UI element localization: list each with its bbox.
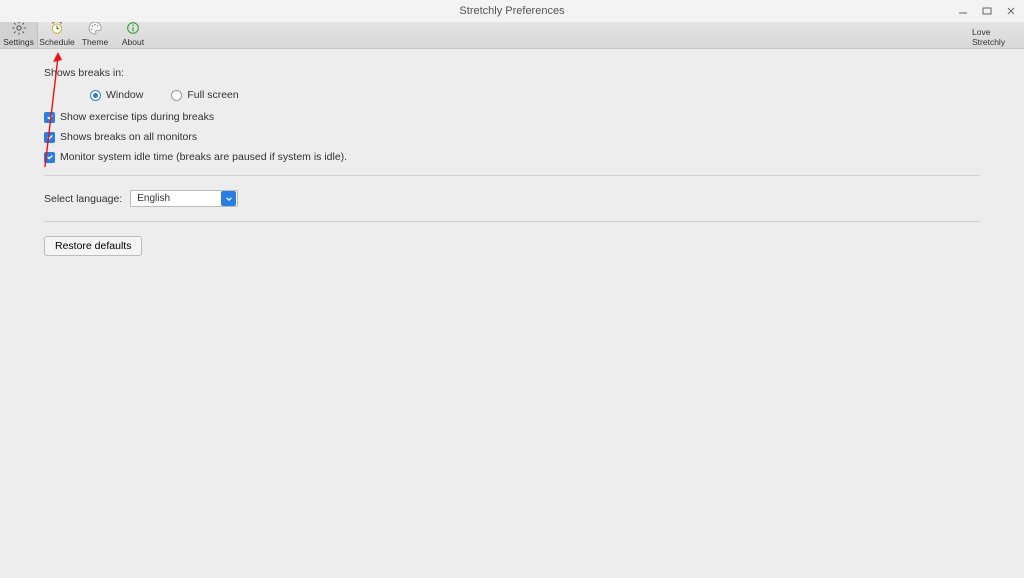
divider [44, 221, 980, 222]
minimize-button[interactable] [956, 4, 970, 18]
maximize-button[interactable] [980, 4, 994, 18]
close-button[interactable] [1004, 4, 1018, 18]
checkbox-exercise-tips[interactable]: Show exercise tips during breaks [44, 111, 980, 123]
shows-breaks-in-label: Shows breaks in: [44, 67, 980, 79]
gear-icon [11, 20, 27, 36]
toolbar-tab-settings[interactable]: Settings [0, 22, 38, 48]
toolbar-tab-theme[interactable]: Theme [76, 22, 114, 48]
chevron-down-icon [221, 191, 236, 206]
checkbox-all-monitors[interactable]: Shows breaks on all monitors [44, 131, 980, 143]
restore-defaults-button[interactable]: Restore defaults [44, 236, 142, 256]
toolbar: Settings Schedule Theme About Love Stret… [0, 22, 1024, 49]
title-bar: Stretchly Preferences [0, 0, 1024, 22]
checkbox-label: Monitor system idle time (breaks are pau… [60, 151, 347, 163]
checkbox-monitor-idle[interactable]: Monitor system idle time (breaks are pau… [44, 151, 980, 163]
toolbar-label: About [122, 37, 144, 47]
select-value: English [137, 193, 170, 204]
settings-panel: Shows breaks in: Window Full screen Show… [0, 49, 1024, 274]
shows-breaks-in-group: Window Full screen [90, 89, 980, 101]
button-label: Restore defaults [55, 240, 131, 252]
radio-unselected-icon [171, 90, 182, 101]
toolbar-label: Settings [3, 37, 34, 47]
checkbox-label: Show exercise tips during breaks [60, 111, 214, 123]
toolbar-love-stretchly[interactable]: Love Stretchly [972, 22, 1024, 48]
radio-fullscreen[interactable]: Full screen [171, 89, 238, 101]
window-controls [956, 0, 1018, 22]
toolbar-label: Theme [82, 37, 108, 47]
toolbar-tab-schedule[interactable]: Schedule [38, 22, 76, 48]
clock-icon [49, 20, 65, 36]
checkbox-checked-icon [44, 132, 55, 143]
palette-icon [87, 20, 103, 36]
toolbar-spacer [152, 22, 972, 48]
divider [44, 175, 980, 176]
radio-label: Full screen [187, 89, 238, 101]
toolbar-label: Schedule [39, 37, 74, 47]
window-title: Stretchly Preferences [459, 5, 564, 17]
select-language-label: Select language: [44, 193, 122, 205]
toolbar-tab-about[interactable]: About [114, 22, 152, 48]
radio-label: Window [106, 89, 143, 101]
radio-selected-icon [90, 90, 101, 101]
checkbox-label: Shows breaks on all monitors [60, 131, 197, 143]
toolbar-label: Love Stretchly [972, 27, 1024, 47]
checkbox-checked-icon [44, 152, 55, 163]
language-select[interactable]: English [130, 190, 238, 207]
language-row: Select language: English [44, 190, 980, 207]
checkbox-checked-icon [44, 112, 55, 123]
info-icon [125, 20, 141, 36]
radio-window[interactable]: Window [90, 89, 143, 101]
